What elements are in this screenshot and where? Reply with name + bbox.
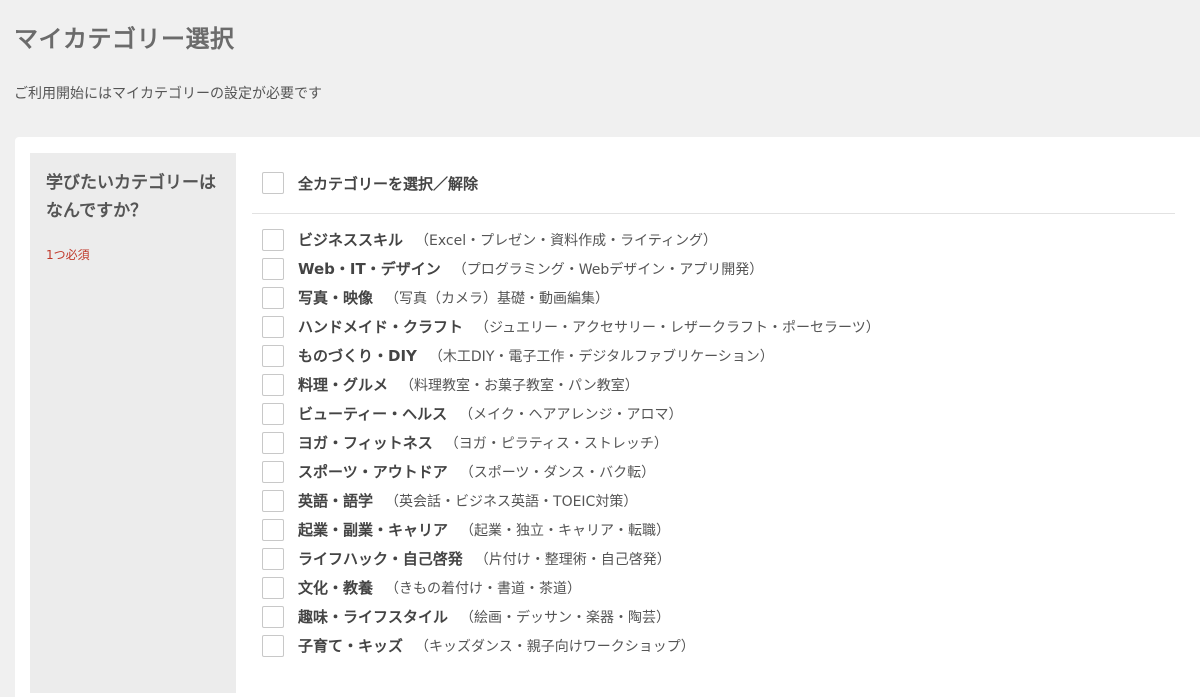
- category-list: ビジネススキル （Excel・プレゼン・資料作成・ライティング） Web・IT・デザ…: [262, 225, 880, 660]
- category-name[interactable]: 趣味・ライフスタイル: [298, 606, 448, 627]
- category-name[interactable]: 料理・グルメ: [298, 374, 388, 395]
- category-option[interactable]: ハンドメイド・クラフト （ジュエリー・アクセサリー・レザークラフト・ポーセラーツ）: [262, 312, 880, 341]
- category-detail[interactable]: （料理教室・お菓子教室・パン教室）: [400, 375, 639, 395]
- category-detail[interactable]: （Excel・プレゼン・資料作成・ライティング）: [415, 230, 717, 250]
- category-option[interactable]: スポーツ・アウトドア （スポーツ・ダンス・バク転）: [262, 457, 880, 486]
- category-option[interactable]: 子育て・キッズ （キッズダンス・親子向けワークショップ）: [262, 631, 880, 660]
- category-detail[interactable]: （キッズダンス・親子向けワークショップ）: [415, 636, 695, 656]
- category-checkbox[interactable]: [262, 605, 284, 628]
- category-checkbox[interactable]: [262, 373, 284, 396]
- category-checkbox[interactable]: [262, 286, 284, 309]
- category-name[interactable]: ライフハック・自己啓発: [298, 548, 463, 569]
- category-detail[interactable]: （プログラミング・Webデザイン・アプリ開発）: [453, 259, 764, 279]
- select-all-label[interactable]: 全カテゴリーを選択／解除: [298, 173, 478, 194]
- category-detail[interactable]: （スポーツ・ダンス・バク転）: [460, 462, 655, 482]
- category-option[interactable]: 趣味・ライフスタイル （絵画・デッサン・楽器・陶芸）: [262, 602, 880, 631]
- category-option[interactable]: 英語・語学 （英会話・ビジネス英語・TOEIC対策）: [262, 486, 880, 515]
- category-detail[interactable]: （英会話・ビジネス英語・TOEIC対策）: [385, 491, 637, 511]
- category-detail[interactable]: （片付け・整理術・自己啓発）: [475, 549, 671, 569]
- question-text: 学びたいカテゴリーはなんですか？: [46, 173, 216, 221]
- category-checkbox[interactable]: [262, 547, 284, 570]
- category-option[interactable]: ライフハック・自己啓発 （片付け・整理術・自己啓発）: [262, 544, 880, 573]
- category-name[interactable]: 写真・映像: [298, 287, 373, 308]
- category-name[interactable]: 子育て・キッズ: [298, 635, 403, 656]
- category-option[interactable]: ビジネススキル （Excel・プレゼン・資料作成・ライティング）: [262, 225, 880, 254]
- category-name[interactable]: 英語・語学: [298, 490, 373, 511]
- category-name[interactable]: ハンドメイド・クラフト: [298, 316, 463, 337]
- category-checkbox[interactable]: [262, 257, 284, 280]
- category-name[interactable]: Web・IT・デザイン: [298, 258, 441, 279]
- category-name[interactable]: スポーツ・アウトドア: [298, 461, 448, 482]
- category-checkbox[interactable]: [262, 315, 284, 338]
- category-detail[interactable]: （写真（カメラ）基礎・動画編集）: [385, 288, 609, 308]
- required-note: 1つ必須: [46, 248, 90, 262]
- category-checkbox[interactable]: [262, 489, 284, 512]
- select-all-checkbox[interactable]: [262, 172, 284, 194]
- category-name[interactable]: 文化・教養: [298, 577, 373, 598]
- category-detail[interactable]: （ジュエリー・アクセサリー・レザークラフト・ポーセラーツ）: [475, 317, 880, 337]
- category-name[interactable]: ものづくり・DIY: [298, 345, 417, 366]
- category-checkbox[interactable]: [262, 228, 284, 251]
- category-option[interactable]: ヨガ・フィットネス （ヨガ・ピラティス・ストレッチ）: [262, 428, 880, 457]
- category-name[interactable]: ヨガ・フィットネス: [298, 432, 433, 453]
- category-option[interactable]: Web・IT・デザイン （プログラミング・Webデザイン・アプリ開発）: [262, 254, 880, 283]
- category-option[interactable]: 料理・グルメ （料理教室・お菓子教室・パン教室）: [262, 370, 880, 399]
- select-all-option[interactable]: 全カテゴリーを選択／解除: [262, 171, 478, 195]
- page-subtitle: ご利用開始にはマイカテゴリーの設定が必要です: [14, 86, 322, 102]
- category-detail[interactable]: （木工DIY・電子工作・デジタルファブリケーション）: [429, 346, 774, 366]
- category-option[interactable]: 文化・教養 （きもの着付け・書道・茶道）: [262, 573, 880, 602]
- category-option[interactable]: ものづくり・DIY （木工DIY・電子工作・デジタルファブリケーション）: [262, 341, 880, 370]
- category-option[interactable]: ビューティー・ヘルス （メイク・ヘアアレンジ・アロマ）: [262, 399, 880, 428]
- category-checkbox[interactable]: [262, 402, 284, 425]
- category-checkbox[interactable]: [262, 576, 284, 599]
- category-checkbox[interactable]: [262, 431, 284, 454]
- category-option[interactable]: 写真・映像 （写真（カメラ）基礎・動画編集）: [262, 283, 880, 312]
- category-checkbox[interactable]: [262, 634, 284, 657]
- category-checkbox[interactable]: [262, 344, 284, 367]
- category-name[interactable]: 起業・副業・キャリア: [298, 519, 448, 540]
- question-box: 学びたいカテゴリーはなんですか？ 1つ必須: [30, 153, 236, 693]
- category-detail[interactable]: （起業・独立・キャリア・転職）: [460, 520, 670, 540]
- category-detail[interactable]: （メイク・ヘアアレンジ・アロマ）: [459, 404, 682, 424]
- category-detail[interactable]: （絵画・デッサン・楽器・陶芸）: [460, 607, 670, 627]
- category-name[interactable]: ビューティー・ヘルス: [298, 403, 447, 424]
- category-detail[interactable]: （きもの着付け・書道・茶道）: [385, 578, 581, 598]
- category-checkbox[interactable]: [262, 518, 284, 541]
- category-name[interactable]: ビジネススキル: [298, 229, 403, 250]
- divider: [252, 213, 1175, 214]
- category-option[interactable]: 起業・副業・キャリア （起業・独立・キャリア・転職）: [262, 515, 880, 544]
- category-checkbox[interactable]: [262, 460, 284, 483]
- category-detail[interactable]: （ヨガ・ピラティス・ストレッチ）: [445, 433, 668, 453]
- category-selection-panel: 学びたいカテゴリーはなんですか？ 1つ必須 全カテゴリーを選択／解除 ビジネスス…: [15, 137, 1200, 697]
- page-title: マイカテゴリー選択: [14, 25, 235, 53]
